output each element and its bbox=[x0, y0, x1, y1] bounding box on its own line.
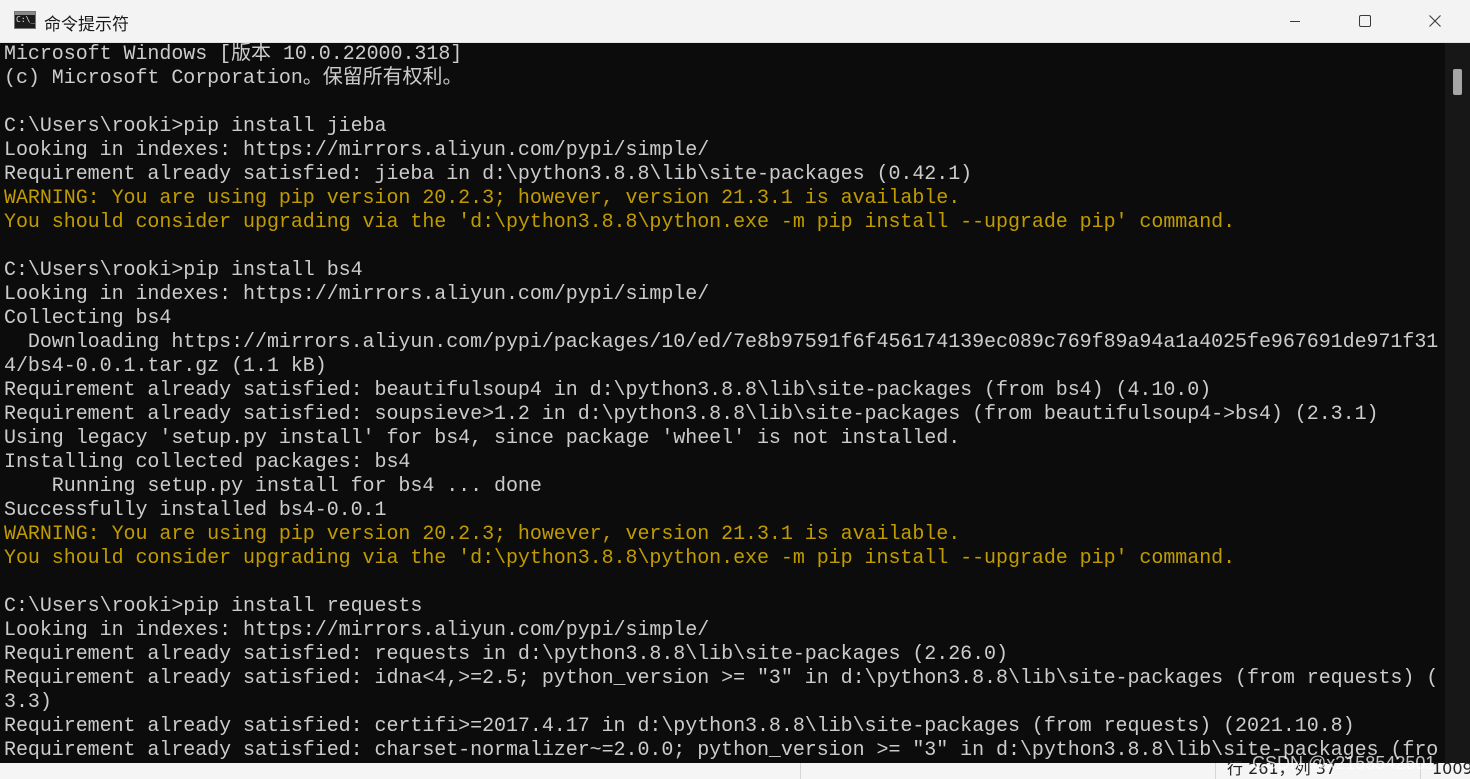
console-warning-line: WARNING: You are using pip version 20.2.… bbox=[4, 187, 961, 210]
console-output[interactable]: Microsoft Windows [版本 10.0.22000.318] (c)… bbox=[0, 43, 1445, 763]
console-line: Requirement already satisfied: jieba in … bbox=[4, 163, 973, 186]
console-line: C:\Users\rooki>pip install requests bbox=[4, 595, 423, 618]
console-line: Requirement already satisfied: idna<4,>=… bbox=[4, 667, 1439, 690]
console-line: Requirement already satisfied: soupsieve… bbox=[4, 403, 1379, 426]
console-line: Looking in indexes: https://mirrors.aliy… bbox=[4, 139, 710, 162]
maximize-icon bbox=[1359, 15, 1371, 27]
cmd-icon: C:\_ bbox=[14, 11, 36, 29]
status-divider bbox=[800, 763, 801, 779]
console-line: 4/bs4-0.0.1.tar.gz (1.1 kB) bbox=[4, 355, 327, 378]
vertical-scrollbar[interactable] bbox=[1445, 43, 1470, 763]
console-line: 3.3) bbox=[4, 691, 52, 714]
console-line: Requirement already satisfied: requests … bbox=[4, 643, 1008, 666]
watermark: CSDN @x2158542501 bbox=[1252, 753, 1436, 773]
console-line: Collecting bs4 bbox=[4, 307, 172, 330]
title-bar[interactable]: C:\_ 命令提示符 bbox=[0, 0, 1470, 43]
console-warning-line: WARNING: You are using pip version 20.2.… bbox=[4, 523, 961, 546]
console-line: Using legacy 'setup.py install' for bs4,… bbox=[4, 427, 961, 450]
close-icon bbox=[1429, 15, 1441, 27]
console-line: Looking in indexes: https://mirrors.aliy… bbox=[4, 619, 710, 642]
window-title: 命令提示符 bbox=[44, 15, 129, 35]
console-line: Installing collected packages: bs4 bbox=[4, 451, 411, 474]
maximize-button[interactable] bbox=[1330, 0, 1400, 42]
console-warning-line: You should consider upgrading via the 'd… bbox=[4, 547, 1236, 570]
console-line: (c) Microsoft Corporation。保留所有权利。 bbox=[4, 67, 463, 90]
close-button[interactable] bbox=[1400, 0, 1470, 42]
minimize-button[interactable] bbox=[1260, 0, 1330, 42]
console-line: Downloading https://mirrors.aliyun.com/p… bbox=[4, 331, 1439, 354]
console-line: Requirement already satisfied: charset-n… bbox=[4, 739, 1439, 762]
console-warning-line: You should consider upgrading via the 'd… bbox=[4, 211, 1236, 234]
console-line: Requirement already satisfied: beautiful… bbox=[4, 379, 1212, 402]
zoom-status: 1009 bbox=[1432, 759, 1470, 778]
console-line: Successfully installed bs4-0.0.1 bbox=[4, 499, 387, 522]
console-line: Running setup.py install for bs4 ... don… bbox=[4, 475, 542, 498]
scrollbar-thumb[interactable] bbox=[1453, 69, 1462, 95]
console-line: C:\Users\rooki>pip install jieba bbox=[4, 115, 387, 138]
minimize-icon bbox=[1290, 21, 1300, 22]
console-line: Requirement already satisfied: certifi>=… bbox=[4, 715, 1355, 738]
console-line: Looking in indexes: https://mirrors.aliy… bbox=[4, 283, 710, 306]
status-divider bbox=[1215, 763, 1216, 779]
console-line: Microsoft Windows [版本 10.0.22000.318] bbox=[4, 43, 463, 66]
console-line: C:\Users\rooki>pip install bs4 bbox=[4, 259, 363, 282]
